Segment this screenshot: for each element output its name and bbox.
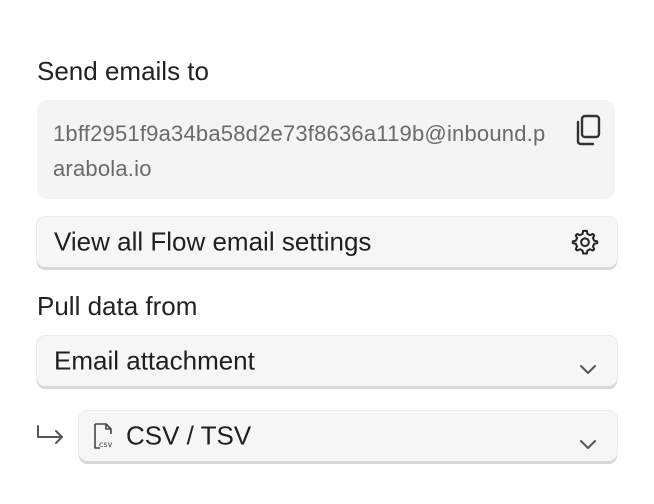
- view-email-settings-label: View all Flow email settings: [54, 226, 372, 257]
- file-format-select[interactable]: csv CSV / TSV: [79, 411, 617, 461]
- view-email-settings-button[interactable]: View all Flow email settings: [37, 217, 617, 267]
- chevron-down-icon: [579, 353, 597, 374]
- send-emails-label: Send emails to: [37, 56, 209, 86]
- pull-data-select[interactable]: Email attachment: [37, 336, 617, 386]
- pull-data-label: Pull data from: [37, 291, 198, 321]
- inbound-email-address: 1bff2951f9a34ba58d2e73f8636a119b@inbound…: [53, 121, 546, 181]
- return-arrow-icon: [36, 424, 66, 448]
- inbound-email-box: 1bff2951f9a34ba58d2e73f8636a119b@inbound…: [37, 100, 615, 199]
- chevron-down-icon: [579, 428, 597, 449]
- copy-icon[interactable]: [573, 114, 603, 146]
- pull-data-selected-value: Email attachment: [54, 345, 255, 376]
- file-format-selected-value: CSV / TSV: [126, 420, 252, 451]
- csv-file-icon: csv: [92, 422, 118, 450]
- gear-icon: [571, 228, 599, 256]
- svg-text:csv: csv: [99, 440, 113, 449]
